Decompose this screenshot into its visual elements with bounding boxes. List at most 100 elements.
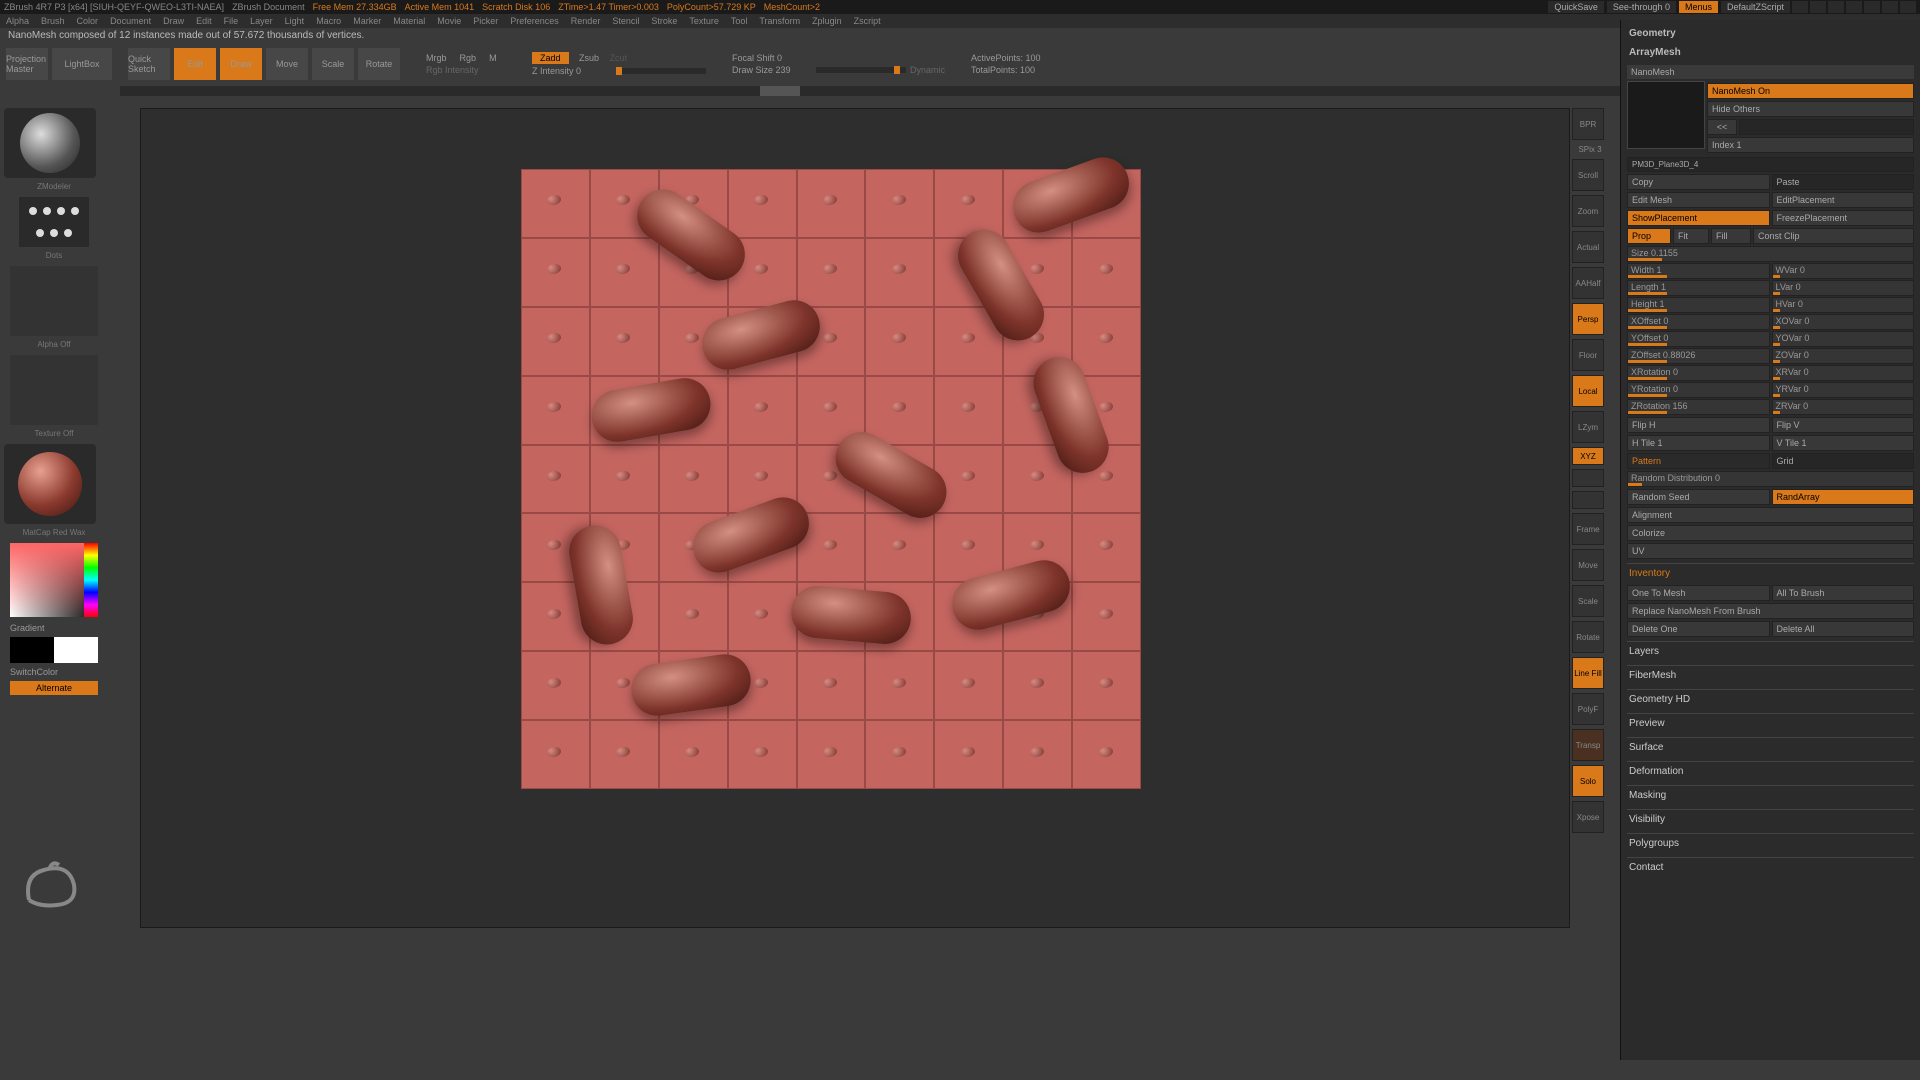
param-slider[interactable]: Width 1 [1627,263,1770,279]
param-slider[interactable]: XRotation 0 [1627,365,1770,381]
stroke-swatch[interactable] [19,197,89,247]
scroll-button[interactable]: Scroll [1572,159,1604,191]
menu-marker[interactable]: Marker [353,16,381,26]
param-var-slider[interactable]: ZOVar 0 [1772,348,1915,364]
menu-file[interactable]: File [224,16,239,26]
timeline-strip[interactable] [120,86,1800,96]
menu-stroke[interactable]: Stroke [651,16,677,26]
param-var-slider[interactable]: HVar 0 [1772,297,1915,313]
nanomesh-header[interactable]: NanoMesh [1627,65,1914,79]
alpha-swatch[interactable] [10,266,98,336]
copy-button[interactable]: Copy [1627,174,1770,190]
prev-index-button[interactable]: << [1707,119,1737,135]
size-slider[interactable]: Size 0.1155 [1627,246,1914,262]
zsub-button[interactable]: Zsub [579,53,599,63]
window-icon-2[interactable] [1810,1,1826,13]
gt-button[interactable] [1739,119,1914,135]
deleteall-button[interactable]: Delete All [1772,621,1915,637]
onetomesh-button[interactable]: One To Mesh [1627,585,1770,601]
menu-tool[interactable]: Tool [731,16,748,26]
rotate-button[interactable]: Rotate [358,48,400,80]
texture-swatch[interactable] [10,355,98,425]
section-contact[interactable]: Contact [1627,857,1914,877]
replace-nanomesh-button[interactable]: Replace NanoMesh From Brush [1627,603,1914,619]
flipv-button[interactable]: Flip V [1772,417,1915,433]
colorize-button[interactable]: Colorize [1627,525,1914,541]
random-distribution-slider[interactable]: Random Distribution 0 [1627,471,1914,487]
fliph-button[interactable]: Flip H [1627,417,1770,433]
xpose-button[interactable]: Xpose [1572,801,1604,833]
section-preview[interactable]: Preview [1627,713,1914,733]
seethrough-slider[interactable]: See-through 0 [1607,1,1676,13]
alltobrush-button[interactable]: All To Brush [1772,585,1915,601]
nanomesh-thumb[interactable] [1627,81,1705,149]
menu-draw[interactable]: Draw [163,16,184,26]
menu-layer[interactable]: Layer [250,16,273,26]
param-var-slider[interactable]: YRVar 0 [1772,382,1915,398]
menu-preferences[interactable]: Preferences [510,16,559,26]
move-view-button[interactable]: Move [1572,549,1604,581]
z-intensity-slider[interactable] [616,68,706,74]
fill-button[interactable]: Fill [1711,228,1751,244]
menu-zplugin[interactable]: Zplugin [812,16,842,26]
randarray-button[interactable]: RandArray [1772,489,1915,505]
arraymesh-header[interactable]: ArrayMesh [1627,43,1914,62]
param-slider[interactable]: ZOffset 0.88026 [1627,348,1770,364]
bpr-button[interactable]: BPR [1572,108,1604,140]
menu-brush[interactable]: Brush [41,16,65,26]
htile-slider[interactable]: H Tile 1 [1627,435,1770,451]
index-slider[interactable]: Index 1 [1707,137,1914,153]
quicksketch-button[interactable]: Quick Sketch [128,48,170,80]
menu-color[interactable]: Color [77,16,99,26]
scale-button[interactable]: Scale [312,48,354,80]
default-zscript[interactable]: DefaultZScript [1721,1,1790,13]
z-intensity[interactable]: Z Intensity 0 [532,66,612,76]
menu-render[interactable]: Render [571,16,601,26]
menu-stencil[interactable]: Stencil [612,16,639,26]
alternate-button[interactable]: Alternate [10,681,98,695]
menu-picker[interactable]: Picker [473,16,498,26]
editmesh-button[interactable]: Edit Mesh [1627,192,1770,208]
menu-edit[interactable]: Edit [196,16,212,26]
switchcolor[interactable]: SwitchColor [4,665,104,679]
rotate-view-button[interactable]: Rotate [1572,621,1604,653]
menu-material[interactable]: Material [393,16,425,26]
quicksave-button[interactable]: QuickSave [1548,1,1604,13]
uv-button[interactable]: UV [1627,543,1914,559]
vtile-slider[interactable]: V Tile 1 [1772,435,1915,451]
linefill-button[interactable]: Line Fill [1572,657,1604,689]
section-fibermesh[interactable]: FiberMesh [1627,665,1914,685]
draw-size-slider[interactable] [816,67,906,73]
constclip-button[interactable]: Const Clip [1753,228,1914,244]
bw-swatches[interactable] [10,637,98,663]
polyf-button[interactable]: PolyF [1572,693,1604,725]
section-layers[interactable]: Layers [1627,641,1914,661]
xyz-button[interactable]: XYZ [1572,447,1604,465]
menu-texture[interactable]: Texture [689,16,719,26]
window-maximize-icon[interactable] [1882,1,1898,13]
menu-movie[interactable]: Movie [437,16,461,26]
focal-shift[interactable]: Focal Shift 0 [732,53,812,63]
param-slider[interactable]: YRotation 0 [1627,382,1770,398]
window-close-icon[interactable] [1900,1,1916,13]
window-icon-1[interactable] [1792,1,1808,13]
zadd-button[interactable]: Zadd [532,52,569,64]
prop-button[interactable]: Prop [1627,228,1671,244]
rgb-intensity[interactable]: Rgb Intensity [426,65,506,75]
section-deformation[interactable]: Deformation [1627,761,1914,781]
menu-alpha[interactable]: Alpha [6,16,29,26]
transp-button[interactable]: Transp [1572,729,1604,761]
freezeplacement-button[interactable]: FreezePlacement [1772,210,1915,226]
persp-button[interactable]: Persp [1572,303,1604,335]
mrgb-label[interactable]: Mrgb [426,53,447,63]
hue-strip[interactable] [84,543,98,617]
canvas-viewport[interactable] [140,108,1570,928]
window-icon-4[interactable] [1846,1,1862,13]
zoom-button[interactable]: Zoom [1572,195,1604,227]
fit-button[interactable]: Fit [1673,228,1709,244]
grid-button[interactable]: Grid [1772,453,1915,469]
zcut-button[interactable]: Zcut [610,53,628,63]
param-var-slider[interactable]: YOVar 0 [1772,331,1915,347]
section-geometry-hd[interactable]: Geometry HD [1627,689,1914,709]
move-button[interactable]: Move [266,48,308,80]
